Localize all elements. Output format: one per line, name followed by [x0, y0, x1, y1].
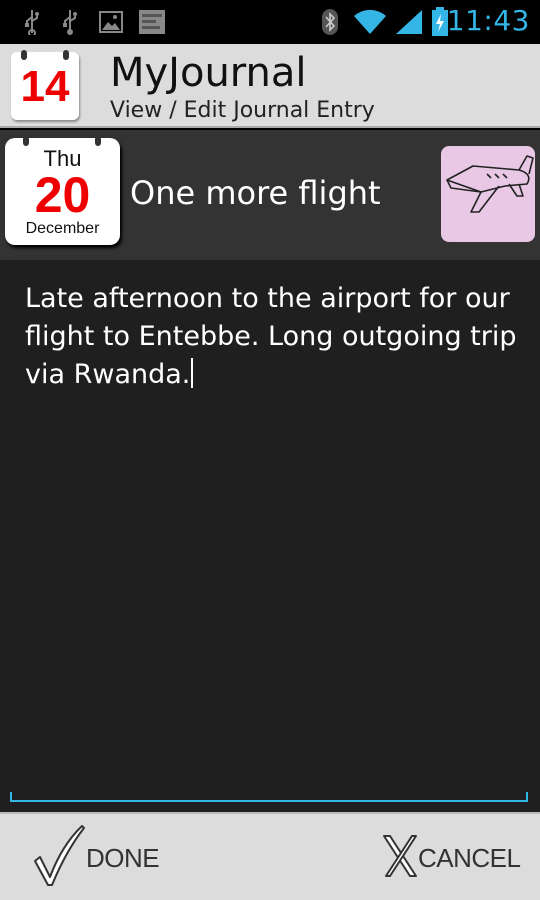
entry-date-button[interactable]: Thu 20 December	[5, 136, 120, 245]
app-subtitle: View / Edit Journal Entry	[110, 98, 375, 123]
usb-icon	[60, 8, 80, 36]
gallery-icon	[98, 8, 124, 36]
entry-title[interactable]: One more flight	[130, 174, 381, 212]
text-field-underline	[10, 792, 528, 802]
app-icon-number: 14	[20, 62, 70, 111]
done-label: DONE	[86, 842, 160, 873]
app-title: MyJournal	[110, 50, 307, 96]
usb-icon	[22, 8, 42, 36]
done-button[interactable]: DONE	[32, 814, 160, 900]
status-bar: 11:43	[0, 0, 540, 44]
status-clock: 11:43	[446, 4, 530, 37]
notification-icon	[138, 8, 166, 36]
airplane-icon[interactable]	[441, 146, 535, 242]
text-cursor	[191, 358, 194, 388]
checkmark-icon	[32, 823, 86, 893]
entry-month: December	[25, 220, 100, 237]
close-icon	[382, 832, 418, 884]
cancel-label: CANCEL	[418, 842, 521, 873]
bottom-action-bar: DONE CANCEL	[0, 812, 540, 900]
signal-icon	[394, 8, 424, 36]
entry-header: Thu 20 December One more flight	[0, 130, 540, 260]
wifi-icon	[352, 8, 388, 36]
entry-body-text[interactable]: Late afternoon to the airport for our fl…	[25, 280, 525, 394]
entry-editor[interactable]: Late afternoon to the airport for our fl…	[0, 260, 540, 812]
entry-day: 20	[34, 167, 91, 223]
app-calendar-icon: 14	[11, 50, 79, 120]
cancel-button[interactable]: CANCEL	[382, 814, 521, 900]
app-title-bar: 14 MyJournal View / Edit Journal Entry	[0, 44, 540, 128]
bluetooth-icon	[320, 8, 340, 36]
